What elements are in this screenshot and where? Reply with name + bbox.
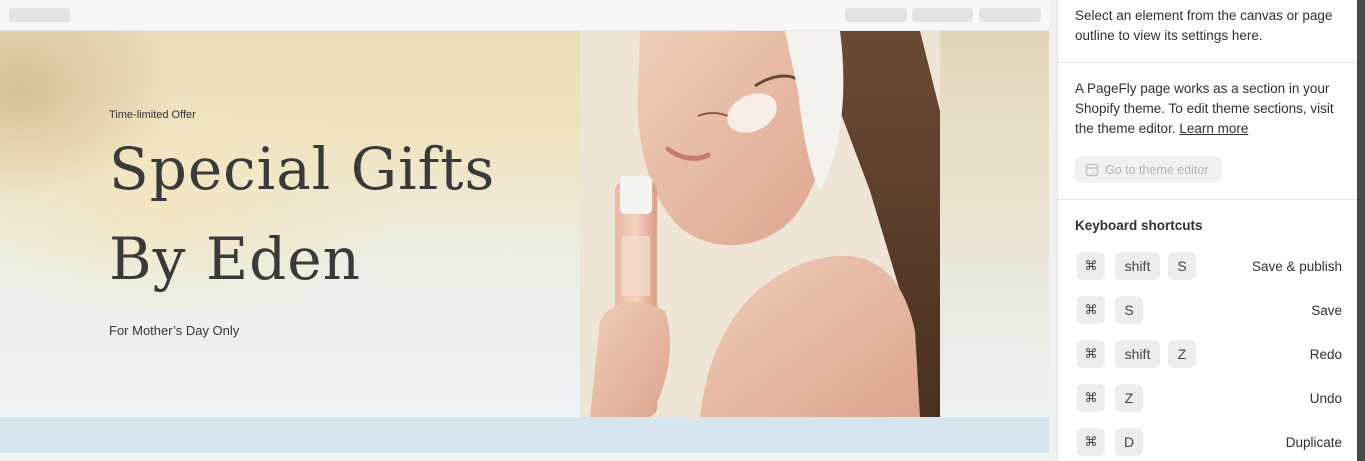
shortcut-redo: ⌘ shift Z Redo — [1077, 340, 1342, 368]
hero-headline-line1[interactable]: Special Gifts — [109, 135, 495, 203]
z-key: Z — [1115, 384, 1143, 412]
s-key: S — [1168, 252, 1196, 280]
s-key: S — [1115, 296, 1143, 324]
panel-intro-text: Select an element from the canvas or pag… — [1075, 8, 1333, 43]
canvas-bottom-gap — [0, 453, 1049, 461]
z-key: Z — [1168, 340, 1196, 368]
d-key: D — [1115, 428, 1143, 456]
shift-key: shift — [1115, 340, 1160, 368]
window-edge — [1357, 0, 1365, 461]
hero-photo[interactable] — [580, 31, 940, 417]
command-key-icon: ⌘ — [1077, 252, 1105, 280]
learn-more-link[interactable]: Learn more — [1179, 121, 1248, 136]
toolbar-placeholder-3 — [979, 8, 1041, 22]
shortcut-label: Redo — [1309, 346, 1342, 362]
shortcut-duplicate: ⌘ D Duplicate — [1077, 428, 1342, 456]
hero-section[interactable]: Time-limited Offer Special Gifts By Eden… — [0, 31, 1049, 417]
theme-info-text: A PageFly page works as a section in you… — [1075, 79, 1350, 139]
panel-divider — [1058, 199, 1358, 200]
shortcut-label: Undo — [1309, 390, 1342, 406]
command-key-icon: ⌘ — [1077, 296, 1105, 324]
shortcut-label: Save & publish — [1251, 258, 1342, 274]
shift-key: shift — [1115, 252, 1160, 280]
shortcut-undo: ⌘ Z Undo — [1077, 384, 1342, 412]
toolbar-placeholder-2 — [912, 8, 973, 22]
toolbar-placeholder-left — [9, 8, 70, 22]
hero-eyebrow[interactable]: Time-limited Offer — [109, 109, 196, 121]
hero-headline-line2[interactable]: By Eden — [109, 225, 361, 293]
command-key-icon: ⌘ — [1077, 384, 1105, 412]
editor-canvas[interactable]: Time-limited Offer Special Gifts By Eden… — [0, 0, 1049, 461]
hero-subline[interactable]: For Mother’s Day Only — [109, 323, 239, 338]
shortcut-label: Duplicate — [1285, 434, 1342, 450]
command-key-icon: ⌘ — [1077, 340, 1105, 368]
keyboard-shortcuts-title: Keyboard shortcuts — [1075, 218, 1203, 233]
panel-intro: Select an element from the canvas or pag… — [1075, 6, 1350, 46]
toolbar-placeholder-1 — [845, 8, 907, 22]
settings-panel: Select an element from the canvas or pag… — [1057, 0, 1358, 461]
canvas-toolbar — [0, 0, 1049, 31]
shortcut-save-publish: ⌘ shift S Save & publish — [1077, 252, 1342, 280]
shortcut-save: ⌘ S Save — [1077, 296, 1342, 324]
command-key-icon: ⌘ — [1077, 428, 1105, 456]
theme-editor-icon — [1085, 163, 1099, 176]
shortcut-label: Save — [1311, 302, 1342, 318]
panel-divider — [1058, 62, 1358, 63]
hero-background-right — [940, 31, 1049, 417]
next-section-strip[interactable] — [0, 417, 1049, 453]
go-to-theme-editor-label: Go to theme editor — [1105, 162, 1209, 177]
go-to-theme-editor-button[interactable]: Go to theme editor — [1075, 156, 1222, 183]
theme-info: A PageFly page works as a section in you… — [1075, 79, 1350, 139]
woman-holding-bottle-image — [580, 31, 940, 417]
